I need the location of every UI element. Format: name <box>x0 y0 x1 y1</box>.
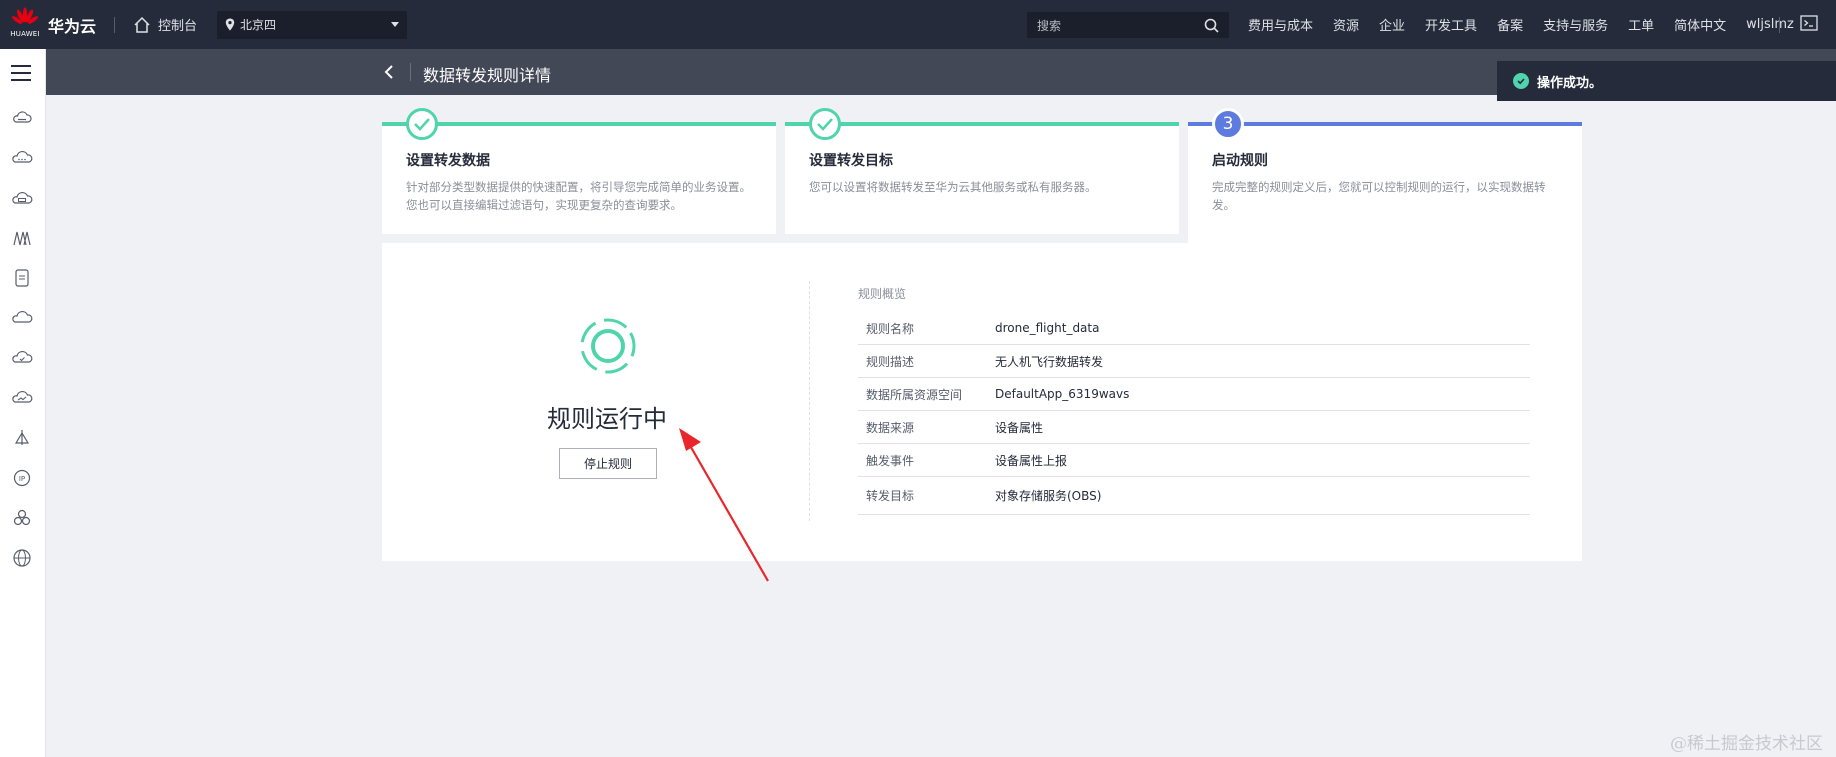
header-nav-links: 费用与成本 资源 企业 开发工具 备案 支持与服务 工单 简体中文 wljslm… <box>1248 0 1814 49</box>
step-description: 您可以设置将数据转发至华为云其他服务或私有服务器。 <box>809 180 1097 194</box>
console-label: 控制台 <box>158 19 198 34</box>
cloud-server-icon[interactable] <box>11 107 33 129</box>
huawei-flower-icon: HUAWEI <box>10 7 40 43</box>
step-description: 完成完整的规则定义后，您就可以控制规则的运行，以实现数据转发。 <box>1212 180 1546 212</box>
nav-username[interactable]: wljslmz <box>1746 17 1794 32</box>
field-value: 无人机飞行数据转发 <box>995 354 1104 369</box>
cloud-database-icon[interactable] <box>11 187 33 209</box>
step-number-badge: 3 <box>1212 108 1244 140</box>
search-input[interactable]: 搜索 <box>1027 12 1229 38</box>
nav-tickets[interactable]: 工单 <box>1628 15 1654 34</box>
step-done-icon <box>406 108 438 140</box>
field-label: 触发事件 <box>866 453 915 468</box>
chevron-down-icon <box>391 21 400 27</box>
toast-message: 操作成功。 <box>1537 75 1603 91</box>
table-row: 数据来源 设备属性 <box>858 411 1530 444</box>
cloud-monitor-icon[interactable] <box>11 387 33 409</box>
huawei-logo[interactable]: HUAWEI 华为云 <box>10 7 96 43</box>
home-icon <box>134 16 150 33</box>
field-label: 规则名称 <box>866 321 915 336</box>
overview-title: 规则概览 <box>858 287 907 301</box>
back-arrow-icon[interactable] <box>382 63 396 81</box>
divider <box>1779 17 1780 33</box>
search-icon[interactable] <box>1204 18 1219 33</box>
step-progress-bar <box>1188 122 1582 126</box>
ip-icon[interactable]: IP <box>11 467 33 489</box>
page-title: 数据转发规则详情 <box>423 66 552 85</box>
location-pin-icon <box>225 18 235 31</box>
rule-detail-panel: 规则运行中 停止规则 规则概览 规则名称 drone_flight_data 规… <box>382 243 1582 561</box>
table-row: 规则描述 无人机飞行数据转发 <box>858 345 1530 378</box>
left-sidebar: IP <box>0 49 46 757</box>
step-title: 启动规则 <box>1212 153 1268 169</box>
step-progress-bar <box>382 122 776 126</box>
nav-dev-tools[interactable]: 开发工具 <box>1425 15 1477 34</box>
step-progress-bar <box>785 122 1179 126</box>
svg-text:IP: IP <box>19 475 25 483</box>
success-toast: 操作成功。 <box>1497 61 1836 101</box>
divider <box>410 63 411 81</box>
document-icon[interactable] <box>11 267 33 289</box>
search-placeholder: 搜索 <box>1037 18 1062 33</box>
step-title: 设置转发目标 <box>809 153 893 169</box>
brand-name: 华为云 <box>48 16 97 36</box>
field-value: 对象存储服务(OBS) <box>995 489 1102 503</box>
nav-beian[interactable]: 备案 <box>1497 15 1523 34</box>
region-selector[interactable]: 北京四 <box>217 10 408 39</box>
field-label: 数据所属资源空间 <box>866 387 963 402</box>
stop-rule-button[interactable]: 停止规则 <box>559 448 657 479</box>
step-title: 设置转发数据 <box>406 153 490 169</box>
network-icon[interactable] <box>11 227 33 249</box>
step-done-icon <box>809 108 841 140</box>
field-label: 转发目标 <box>866 489 915 503</box>
table-row: 数据所属资源空间 DefaultApp_6319wavs <box>858 378 1530 411</box>
brand-en-label: HUAWEI <box>10 29 40 38</box>
terminal-icon[interactable] <box>1800 15 1818 31</box>
cluster-icon[interactable] <box>11 507 33 529</box>
check-circle-icon <box>1513 73 1529 89</box>
divider <box>114 16 116 33</box>
field-label: 规则描述 <box>866 354 915 369</box>
mountain-icon[interactable] <box>11 427 33 449</box>
rule-status-title: 规则运行中 <box>547 405 667 433</box>
watermark: @稀土掘金技术社区 <box>1670 734 1823 754</box>
top-nav-bar: HUAWEI 华为云 控制台 北京四 搜索 费用与成本 资源 企业 开发工具 备… <box>0 0 1836 49</box>
table-row: 触发事件 设备属性上报 <box>858 444 1530 477</box>
nav-cost[interactable]: 费用与成本 <box>1248 15 1313 34</box>
cloud-security-icon[interactable] <box>11 347 33 369</box>
step-start-rule: 3 启动规则 完成完整的规则定义后，您就可以控制规则的运行，以实现数据转发。 <box>1188 108 1582 243</box>
field-label: 数据来源 <box>866 420 915 435</box>
running-spinner-icon <box>580 318 636 374</box>
table-row: 规则名称 drone_flight_data <box>858 312 1530 345</box>
step-description: 针对部分类型数据提供的快速配置，将引导您完成简单的业务设置。您也可以直接编辑过滤… <box>406 180 751 212</box>
cloud-storage-icon[interactable] <box>11 147 33 169</box>
nav-language[interactable]: 简体中文 <box>1674 15 1726 34</box>
region-value: 北京四 <box>240 18 277 32</box>
cloud-icon[interactable] <box>11 307 33 329</box>
field-value: 设备属性 <box>995 420 1044 435</box>
nav-resources[interactable]: 资源 <box>1333 15 1359 34</box>
field-value: drone_flight_data <box>995 321 1100 335</box>
globe-icon[interactable] <box>11 547 33 569</box>
table-row: 转发目标 对象存储服务(OBS) <box>858 477 1530 515</box>
nav-support[interactable]: 支持与服务 <box>1543 15 1608 34</box>
overview-table: 规则名称 drone_flight_data 规则描述 无人机飞行数据转发 数据… <box>858 312 1530 515</box>
nav-enterprise[interactable]: 企业 <box>1379 15 1405 34</box>
divider <box>809 281 810 521</box>
step-set-forward-data: 设置转发数据 针对部分类型数据提供的快速配置，将引导您完成简单的业务设置。您也可… <box>382 108 776 234</box>
menu-icon[interactable] <box>11 65 31 86</box>
console-link[interactable]: 控制台 <box>133 15 197 34</box>
step-set-forward-target: 设置转发目标 您可以设置将数据转发至华为云其他服务或私有服务器。 <box>785 108 1179 234</box>
field-value: 设备属性上报 <box>995 453 1068 468</box>
field-value: DefaultApp_6319wavs <box>995 387 1130 401</box>
